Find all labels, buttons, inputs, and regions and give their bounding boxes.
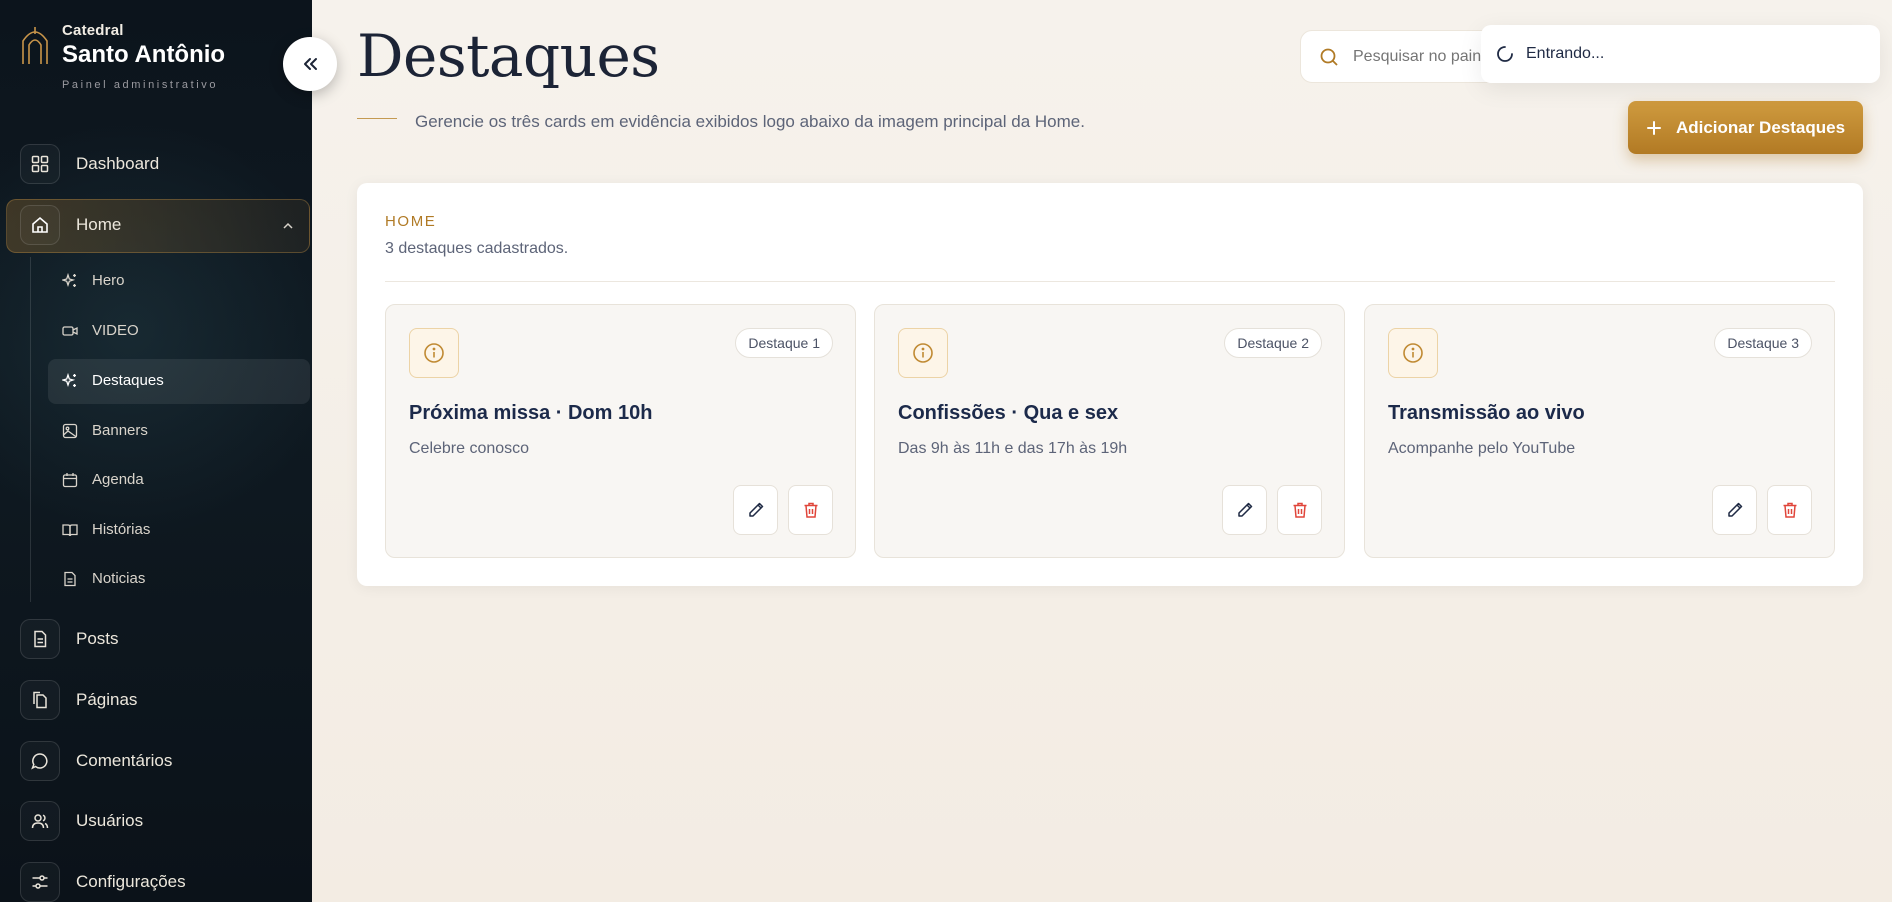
users-icon	[20, 801, 60, 841]
grid-icon	[20, 144, 60, 184]
sidebar-subitem-noticias[interactable]: Noticias	[62, 570, 145, 587]
card-subtitle: Acompanhe pelo YouTube	[1388, 440, 1576, 457]
message-circle-icon	[20, 741, 60, 781]
submenu-line	[30, 257, 31, 602]
files-icon	[20, 680, 60, 720]
cathedral-logo-icon	[22, 27, 48, 64]
card-title: Transmissão ao vivo	[1388, 402, 1585, 424]
sliders-icon	[20, 862, 60, 902]
panel-count: 3 destaques cadastrados.	[385, 240, 569, 257]
sidebar-item-usuarios[interactable]: Usuários	[20, 801, 143, 841]
plus-icon	[1646, 120, 1661, 135]
sidebar-item-label: Dashboard	[76, 154, 160, 173]
pencil-icon	[1237, 502, 1252, 517]
card-title: Próxima missa · Dom 10h	[409, 402, 653, 424]
sidebar-item-configuracoes[interactable]: Configurações	[20, 862, 186, 902]
card-subtitle: Celebre conosco	[409, 440, 530, 457]
trash-icon	[1783, 502, 1796, 518]
edit-button[interactable]	[733, 485, 778, 535]
sidebar-subitem-label: Histórias	[92, 521, 151, 538]
edit-button[interactable]	[1222, 485, 1267, 535]
pencil-icon	[748, 502, 763, 517]
page-title: Destaques	[357, 22, 660, 90]
panel-divider	[385, 281, 1835, 282]
sidebar-subitem-historias[interactable]: Histórias	[62, 521, 150, 538]
sidebar-item-label: Páginas	[76, 690, 138, 709]
sidebar-subitem-banners[interactable]: Banners	[62, 422, 148, 439]
sparkles-icon	[62, 372, 76, 387]
delete-button[interactable]	[788, 485, 833, 535]
card-badge: Destaque 1	[735, 328, 833, 358]
chevrons-left-icon	[304, 58, 317, 70]
trash-icon	[1293, 502, 1306, 518]
sidebar-subitem-agenda[interactable]: Agenda	[62, 471, 144, 488]
sidebar-item-comentarios[interactable]: Comentários	[20, 741, 172, 781]
sidebar-subitem-label: Agenda	[92, 471, 144, 488]
toast-message: Entrando...	[1526, 45, 1605, 62]
sidebar-subitem-label: Destaques	[92, 372, 164, 389]
panel-kicker: HOME	[385, 213, 437, 230]
sidebar-subitem-label: Banners	[92, 422, 148, 439]
destaque-card: Destaque 3 Transmissão ao vivo Acompanhe…	[1364, 304, 1835, 558]
delete-button[interactable]	[1767, 485, 1812, 535]
destaques-panel: HOME 3 destaques cadastrados. Destaque 1…	[357, 183, 1863, 586]
add-destaques-button[interactable]: Adicionar Destaques	[1628, 101, 1863, 154]
calendar-icon	[62, 472, 78, 487]
sparkles-icon	[62, 272, 76, 287]
title-accent-rule	[357, 118, 397, 119]
trash-icon	[804, 502, 817, 518]
video-icon	[62, 325, 78, 336]
brand-name: Santo Antônio	[62, 41, 226, 68]
search-icon	[1320, 48, 1338, 66]
delete-button[interactable]	[1277, 485, 1322, 535]
home-icon	[20, 205, 60, 245]
sidebar-item-home-content[interactable]: Home	[20, 205, 121, 245]
edit-button[interactable]	[1712, 485, 1757, 535]
destaque-card: Destaque 1 Próxima missa · Dom 10h Celeb…	[385, 304, 856, 558]
sidebar-item-label: Usuários	[76, 811, 144, 830]
destaque-card: Destaque 2 Confissões · Qua e sex Das 9h…	[874, 304, 1345, 558]
spinner-icon	[1497, 46, 1513, 62]
sidebar-item-paginas[interactable]: Páginas	[20, 680, 137, 720]
sidebar: Catedral Santo Antônio Painel administra…	[0, 0, 312, 902]
sidebar-item-label: Posts	[76, 629, 119, 648]
brand-small: Catedral	[62, 22, 124, 39]
card-title: Confissões · Qua e sex	[898, 402, 1119, 424]
brand: Catedral Santo Antônio Painel administra…	[20, 22, 225, 91]
sidebar-subitem-label: Noticias	[92, 570, 146, 587]
info-icon	[898, 328, 948, 378]
sidebar-subitem-destaques[interactable]: Destaques	[62, 372, 164, 389]
sidebar-item-label: Comentários	[76, 751, 173, 770]
card-badge: Destaque 3	[1714, 328, 1812, 358]
page-description: Gerencie os três cards em evidência exib…	[415, 112, 1085, 131]
info-icon	[1388, 328, 1438, 378]
add-button-label: Adicionar Destaques	[1675, 117, 1846, 137]
sidebar-item-label: Configurações	[76, 872, 186, 891]
image-icon	[62, 423, 78, 438]
sidebar-item-label: Home	[76, 215, 122, 234]
sidebar-subitem-hero[interactable]: Hero	[62, 272, 125, 289]
sidebar-item-dashboard[interactable]: Dashboard	[20, 144, 159, 184]
pencil-icon	[1727, 502, 1742, 517]
book-open-icon	[62, 523, 78, 536]
brand-subtitle: Painel administrativo	[62, 79, 219, 91]
card-badge: Destaque 2	[1224, 328, 1322, 358]
sidebar-subitem-label: VIDEO	[92, 322, 139, 339]
card-subtitle: Das 9h às 11h e das 17h às 19h	[898, 440, 1128, 457]
sidebar-subitem-video[interactable]: VIDEO	[62, 322, 139, 339]
sidebar-item-posts[interactable]: Posts	[20, 619, 119, 659]
file-icon	[20, 619, 60, 659]
sidebar-subitem-label: Hero	[92, 272, 125, 289]
collapse-sidebar-button[interactable]	[283, 37, 337, 91]
chevron-up-icon[interactable]	[282, 220, 294, 232]
info-icon	[409, 328, 459, 378]
file-text-icon	[64, 571, 76, 586]
loading-toast: Entrando...	[1481, 25, 1880, 83]
